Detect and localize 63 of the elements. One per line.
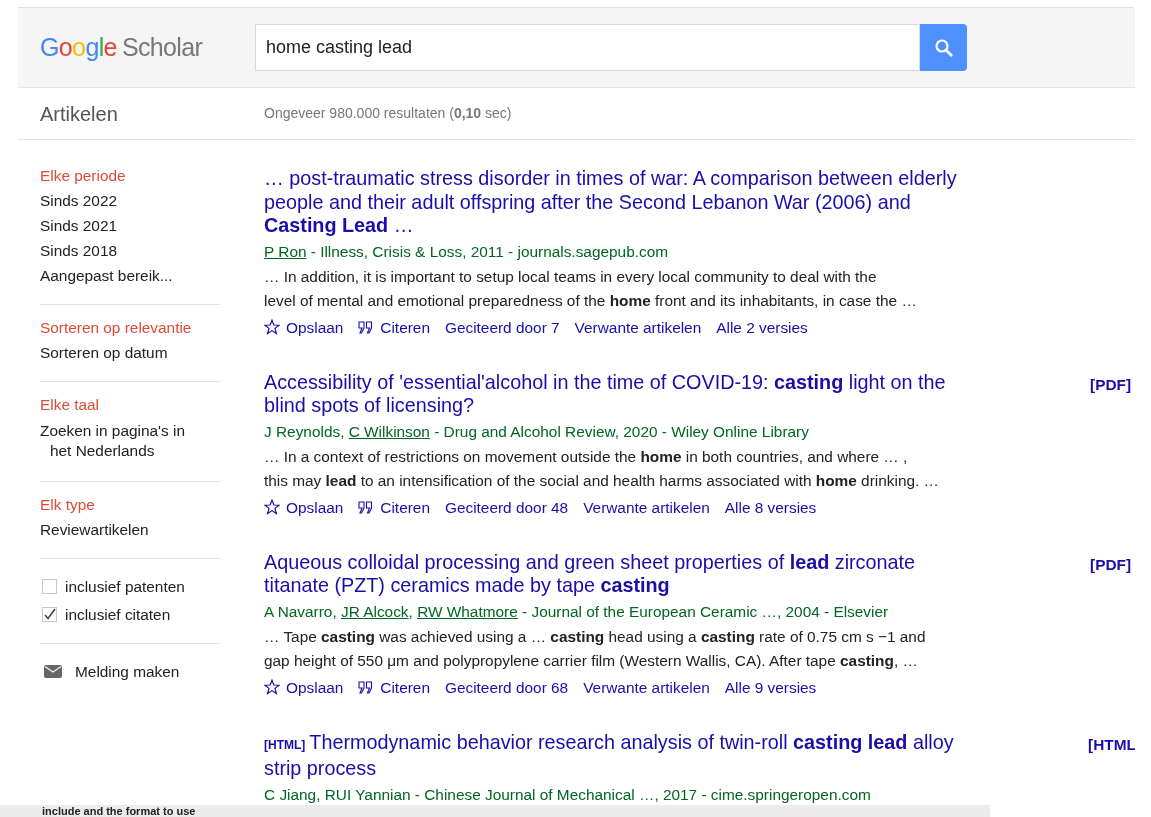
search-button[interactable] — [920, 24, 967, 71]
result-link[interactable]: Geciteerd door 7 — [444, 315, 560, 339]
quote-icon — [358, 320, 374, 334]
logo[interactable]: Google Scholar — [40, 28, 255, 67]
section-title: Artikelen — [40, 101, 119, 127]
save-link[interactable]: Opslaan — [264, 495, 344, 519]
result-link[interactable]: Geciteerd door 68 — [444, 675, 569, 699]
filter-link[interactable]: Elke periode — [40, 167, 200, 184]
filter-link[interactable]: Sorteren op relevantie — [40, 319, 200, 336]
overlay-strip: include and the format to use — [0, 805, 990, 817]
result-link[interactable]: Alle 9 versies — [724, 675, 817, 699]
result-title[interactable]: [HTML] Thermodynamic behavior research analysis of twin-roll casting lead alloy strip process — [264, 730, 974, 781]
save-link[interactable]: Opslaan — [264, 675, 344, 699]
save-link[interactable]: Opslaan — [264, 315, 344, 339]
checkbox-label[interactable]: inclusief citaten — [65, 603, 171, 627]
search-icon — [933, 37, 954, 58]
star-icon — [264, 499, 280, 516]
author-line: A Navarro, JR Alcock, RW Whatmore - Journal of the European Ceramic …, 2004 - Elsevier — [264, 601, 890, 622]
document-link[interactable]: [PDF] — [1090, 550, 1132, 571]
author-link[interactable]: JR Alcock — [341, 602, 409, 620]
result-link[interactable]: Verwante artikelen — [583, 675, 710, 699]
result-title[interactable]: … post-traumatic stress disorder in times of war: A comparison between elderly people and their adult offspring after the Second Lebanon War (2006) and Casting Lead … — [264, 167, 974, 238]
result-link[interactable]: Alle 2 versies — [716, 315, 808, 339]
quote-icon — [358, 500, 374, 514]
author-link[interactable]: C Wilkinson — [348, 422, 430, 440]
document-link[interactable]: [HTML — [1088, 730, 1135, 751]
cite-link[interactable]: Citeren — [358, 675, 430, 699]
result-snippet: … In addition, it is important to setup local teams in every local community to deal with the level of mental and emotional preparedness of the home front and its inhabitants, in case the … — [264, 266, 918, 311]
cite-link[interactable]: Citeren — [358, 315, 430, 339]
result-link[interactable]: Verwante artikelen — [574, 315, 702, 339]
result-count: Ongeveer 980.000 resultaten (0,10 sec) — [264, 104, 512, 123]
document-link[interactable]: [PDF] — [1090, 370, 1132, 391]
filter-link[interactable]: Elke taal — [40, 396, 200, 413]
author-link[interactable]: P Ron — [264, 242, 307, 260]
result-link[interactable]: Geciteerd door 48 — [444, 495, 569, 519]
search-field[interactable]: home casting lead — [255, 24, 920, 71]
cite-link[interactable]: Citeren — [358, 495, 430, 519]
result-link[interactable]: Verwante artikelen — [583, 495, 710, 519]
checkbox[interactable] — [42, 579, 57, 595]
result-snippet: … Tape casting was achieved using a … casting head using a casting rate of 0.75 cm s −1 and gap height of 550 μm and polypropylene carrier film (Western Wallis, CA). After tape casting, … — [264, 626, 927, 671]
star-icon — [264, 679, 280, 696]
author-line: P Ron - Illness, Crisis & Loss, 2011 - journals.sagepub.com — [264, 241, 670, 262]
result-link[interactable]: Alle 8 versies — [724, 495, 817, 519]
quote-icon — [358, 680, 374, 694]
filter-link[interactable]: Elk type — [40, 496, 200, 513]
result-snippet: … In a context of restrictions on movement outside the home in both countries, and where … , this may lead to an intensification of the social and health harms associated with home drinking. … — [264, 446, 940, 491]
author-line: J Reynolds, C Wilkinson - Drug and Alcohol Review, 2020 - Wiley Online Library — [264, 421, 810, 442]
result-title[interactable]: Aqueous colloidal processing and green sheet properties of lead zirconate titanate (PZT) ceramics made by tape casting — [264, 550, 974, 598]
filter-link[interactable]: Sinds 2021 — [40, 217, 200, 234]
filter-link[interactable]: Zoeken in pagina's in het Nederlands — [40, 421, 200, 461]
mail-icon — [44, 665, 62, 679]
filter-link[interactable]: Sinds 2022 — [40, 192, 200, 209]
star-icon — [264, 319, 280, 336]
author-link[interactable]: RW Whatmore — [417, 602, 518, 620]
author-line: C Jiang, RUI Yannian - Chinese Journal of Mechanical …, 2017 - cime.springeropen.com — [264, 784, 872, 805]
filter-link[interactable]: Aangepast bereik... — [40, 267, 200, 284]
alert-link[interactable]: Melding maken — [75, 660, 180, 684]
result-title[interactable]: Accessibility of 'essential'alcohol in the time of COVID-19: casting light on the blind spots of licensing? — [264, 370, 974, 418]
filter-link[interactable]: Sorteren op datum — [40, 344, 200, 361]
filter-link[interactable]: Reviewartikelen — [40, 521, 200, 538]
checkbox[interactable] — [42, 607, 57, 623]
checkbox-label[interactable]: inclusief patenten — [65, 575, 185, 599]
filter-link[interactable]: Sinds 2018 — [40, 242, 200, 259]
